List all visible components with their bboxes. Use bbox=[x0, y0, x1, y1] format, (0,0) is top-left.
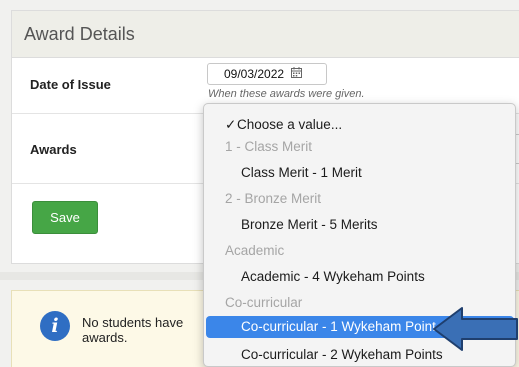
dropdown-option-class-merit[interactable]: Class Merit - 1 Merit bbox=[204, 162, 515, 184]
awards-label: Awards bbox=[30, 142, 77, 157]
date-help-text: When these awards were given. bbox=[208, 88, 365, 100]
dropdown-option-choose[interactable]: ✓Choose a value... bbox=[204, 114, 515, 136]
dropdown-group-bronze-merit: 2 - Bronze Merit bbox=[225, 191, 322, 206]
dropdown-group-class-merit: 1 - Class Merit bbox=[225, 139, 313, 154]
date-of-issue-label: Date of Issue bbox=[30, 77, 111, 92]
arrow-pointer-icon bbox=[433, 307, 518, 351]
panel-title: Award Details bbox=[12, 11, 519, 58]
dropdown-option-academic[interactable]: Academic - 4 Wykeham Points bbox=[204, 266, 515, 288]
calendar-icon[interactable] bbox=[291, 67, 303, 81]
save-button[interactable]: Save bbox=[32, 201, 98, 234]
alert-text: No students have awards. bbox=[82, 315, 184, 345]
date-value: 09/03/2022 bbox=[224, 67, 285, 81]
checkmark-icon: ✓ bbox=[225, 117, 237, 132]
date-of-issue-input[interactable]: 09/03/2022 bbox=[207, 63, 327, 85]
info-icon: i bbox=[40, 311, 70, 341]
dropdown-option-bronze-merit[interactable]: Bronze Merit - 5 Merits bbox=[204, 214, 515, 236]
dropdown-group-academic: Academic bbox=[225, 243, 285, 258]
